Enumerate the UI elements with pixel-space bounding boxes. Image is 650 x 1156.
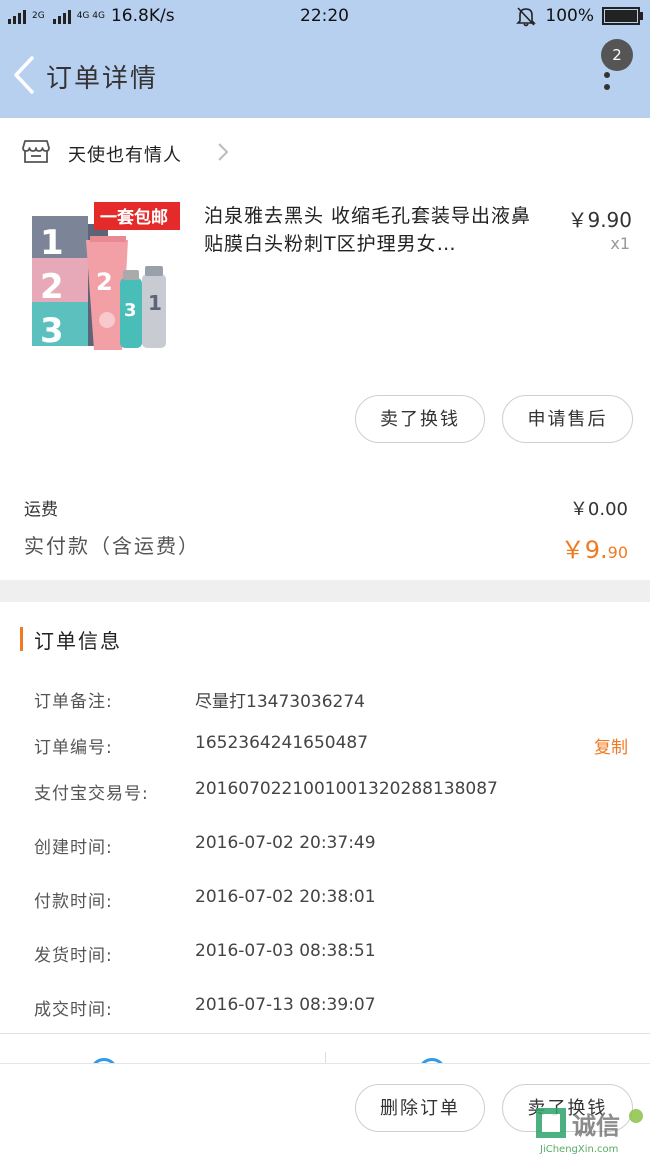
status-right: 100%	[515, 5, 643, 27]
status-bar: 2G 4G 4G 16.8K/s 22:20 100%	[0, 0, 650, 32]
more-menu-icon[interactable]	[603, 72, 611, 94]
paid-time-label: 付款时间:	[34, 892, 113, 912]
mute-bell-icon	[516, 7, 537, 27]
delete-order-button[interactable]: 删除订单	[355, 1084, 485, 1132]
product-quantity: x1	[610, 234, 630, 253]
signal-icon	[8, 8, 28, 24]
svg-text:2: 2	[40, 267, 64, 307]
network-type-label: 2G	[32, 10, 45, 21]
product-title: 泊泉雅去黑头 收缩毛孔套装导出液鼻贴膜白头粉刺T区护理男女…	[204, 205, 532, 255]
product-price: ￥9.90	[567, 208, 632, 232]
status-time: 22:20	[300, 6, 349, 26]
alipay-trade-no-value: 2016070221001001320288138087	[195, 779, 498, 799]
store-name: 天使也有情人	[68, 145, 182, 166]
chevron-right-icon	[218, 143, 229, 161]
battery-icon	[602, 7, 643, 25]
watermark-text: 诚信	[572, 1112, 620, 1140]
created-time-value: 2016-07-02 20:37:49	[195, 833, 376, 853]
order-info-title: 订单信息	[34, 629, 122, 653]
shipped-time-value: 2016-07-03 08:38:51	[195, 941, 376, 961]
battery-fill	[605, 10, 637, 22]
paid-time-value: 2016-07-02 20:38:01	[195, 887, 376, 907]
created-time-label: 创建时间:	[34, 838, 113, 858]
svg-text:2: 2	[96, 268, 113, 296]
completed-time-label: 成交时间:	[34, 1000, 113, 1020]
network-speed: 16.8K/s	[110, 6, 175, 26]
amount-paid-value: ￥9.90	[561, 530, 628, 565]
completed-time-value: 2016-07-13 08:39:07	[195, 995, 376, 1015]
product-item[interactable]: 1 2 3 2 3 1 一套包邮 泊泉雅去黑头 收缩毛孔套装导出液鼻贴膜白头粉刺…	[0, 186, 650, 386]
app-header: 订单详情 2	[0, 32, 650, 118]
network-type-label-2: 4G 4G	[76, 10, 105, 21]
section-gap	[0, 580, 650, 602]
svg-text:3: 3	[124, 300, 137, 321]
store-icon	[22, 140, 50, 163]
page-title: 订单详情	[46, 64, 159, 94]
amount-paid-decimal: 90	[607, 543, 628, 562]
svg-text:1: 1	[148, 291, 162, 315]
amount-paid-label: 实付款（含运费）	[24, 534, 200, 558]
product-image: 1 2 3 2 3 1 一套包邮	[24, 200, 182, 360]
shipping-fee-label: 运费	[24, 500, 58, 520]
site-watermark-logo: 诚信 JiChengXin.com	[536, 1108, 643, 1155]
top-area: 2G 4G 4G 16.8K/s 22:20 100% 订单详情 2	[0, 0, 650, 118]
store-row[interactable]: 天使也有情人	[0, 118, 650, 186]
svg-text:1: 1	[40, 223, 64, 263]
amount-paid-integer: ￥9.	[560, 536, 608, 564]
order-note-value: 尽量打13473036274	[195, 692, 365, 712]
order-note-label: 订单备注:	[34, 692, 113, 712]
sell-for-cash-button[interactable]: 卖了换钱	[355, 395, 485, 443]
status-left: 2G 4G 4G 16.8K/s	[8, 6, 175, 26]
svg-text:3: 3	[40, 311, 64, 351]
apply-after-sale-button[interactable]: 申请售后	[502, 395, 633, 443]
watermark-url: JiChengXin.com	[539, 1144, 618, 1155]
alipay-trade-no-label: 支付宝交易号:	[34, 784, 149, 804]
order-number-value: 1652364241650487	[195, 733, 369, 753]
signal-icon-2	[52, 8, 73, 24]
product-image-banner: 一套包邮	[100, 207, 168, 228]
back-arrow-icon[interactable]	[10, 54, 38, 96]
notification-badge[interactable]: 2	[601, 39, 633, 71]
battery-percent: 100%	[545, 6, 594, 26]
contact-row-partial	[0, 1034, 650, 1064]
shipped-time-label: 发货时间:	[34, 946, 113, 966]
shipping-fee-value: ￥0.00	[569, 499, 628, 520]
section-accent-bar	[20, 627, 23, 651]
copy-order-number-button[interactable]: 复制	[594, 733, 628, 758]
order-number-label: 订单编号:	[34, 738, 113, 758]
